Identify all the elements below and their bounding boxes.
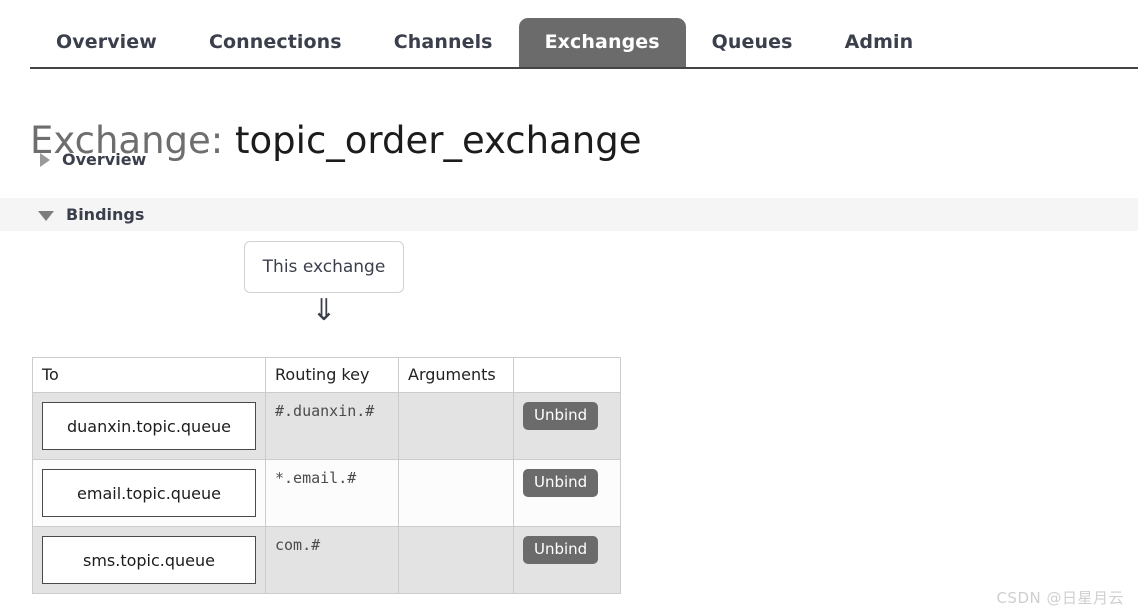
tab-admin[interactable]: Admin (819, 18, 940, 67)
cell-arguments (398, 526, 514, 594)
tab-exchanges-label: Exchanges (544, 31, 660, 53)
tab-exchanges[interactable]: Exchanges (518, 18, 686, 67)
nav-underline-divider (30, 67, 1138, 69)
double-down-arrow-icon: ⇓ (311, 293, 337, 328)
column-header-actions (513, 357, 621, 393)
cell-routing-key: com.# (265, 526, 399, 594)
cell-arguments (398, 392, 514, 460)
watermark: CSDN @日星月云 (996, 589, 1124, 607)
nav-tab-list: Overview Connections Channels Exchanges … (30, 18, 939, 67)
top-navigation: Overview Connections Channels Exchanges … (0, 0, 1138, 70)
tab-overview-label: Overview (56, 31, 157, 53)
tab-queues-label: Queues (711, 31, 793, 53)
triangle-down-icon (38, 210, 54, 221)
table-row: duanxin.topic.queue #.duanxin.# Unbind (32, 392, 621, 460)
unbind-button[interactable]: Unbind (523, 402, 599, 430)
column-header-to: To (32, 357, 266, 393)
section-bindings-label: Bindings (66, 204, 145, 224)
section-overview-toggle[interactable]: Overview (0, 146, 1138, 174)
cell-actions: Unbind (513, 392, 621, 460)
tab-channels[interactable]: Channels (368, 18, 519, 67)
unbind-button[interactable]: Unbind (523, 536, 599, 564)
table-row: email.topic.queue *.email.# Unbind (32, 459, 621, 527)
column-header-arguments: Arguments (398, 357, 514, 393)
bindings-table: To Routing key Arguments duanxin.topic.q… (32, 357, 621, 594)
cell-to: sms.topic.queue (32, 526, 266, 594)
queue-link[interactable]: duanxin.topic.queue (42, 402, 256, 450)
tab-queues[interactable]: Queues (686, 18, 819, 67)
tab-admin-label: Admin (844, 31, 914, 53)
cell-to: duanxin.topic.queue (32, 392, 266, 460)
cell-arguments (398, 459, 514, 527)
tab-overview[interactable]: Overview (30, 18, 183, 67)
tab-connections[interactable]: Connections (183, 18, 368, 67)
routing-key-value: *.email.# (275, 469, 357, 487)
section-overview-label: Overview (62, 150, 147, 169)
tab-channels-label: Channels (393, 31, 493, 53)
routing-key-value: #.duanxin.# (275, 402, 375, 420)
routing-key-value: com.# (275, 536, 321, 554)
queue-link[interactable]: sms.topic.queue (42, 536, 256, 584)
section-bindings-toggle[interactable]: Bindings (0, 198, 1138, 231)
table-header-row: To Routing key Arguments (32, 357, 621, 393)
this-exchange-node: This exchange (244, 241, 404, 293)
cell-to: email.topic.queue (32, 459, 266, 527)
cell-actions: Unbind (513, 459, 621, 527)
cell-routing-key: *.email.# (265, 459, 399, 527)
tab-connections-label: Connections (208, 31, 342, 53)
column-header-routing-key: Routing key (265, 357, 399, 393)
table-row: sms.topic.queue com.# Unbind (32, 526, 621, 594)
unbind-button[interactable]: Unbind (523, 469, 599, 497)
queue-link[interactable]: email.topic.queue (42, 469, 256, 517)
triangle-right-icon (40, 153, 50, 167)
this-exchange-node-label: This exchange (262, 257, 386, 277)
cell-actions: Unbind (513, 526, 621, 594)
cell-routing-key: #.duanxin.# (265, 392, 399, 460)
